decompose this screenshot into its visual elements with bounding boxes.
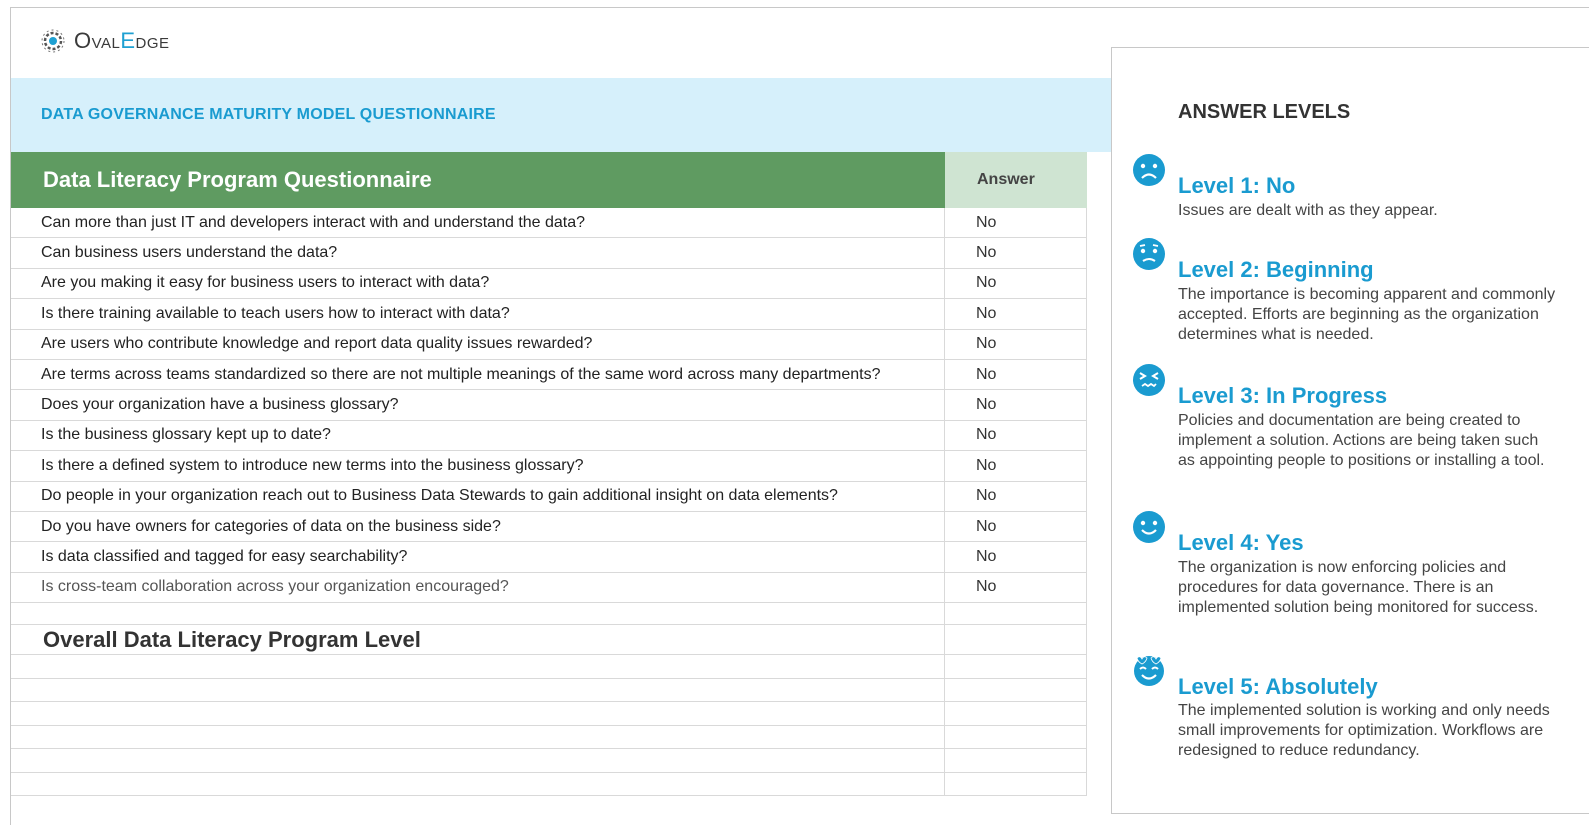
level-description: Policies and documentation are being cre…	[1178, 412, 1545, 469]
oval-edge-logo: OvalEdge	[40, 27, 170, 55]
title-banner: DATA GOVERNANCE MATURITY MODEL QUESTIONN…	[11, 78, 1113, 152]
level-title: Level 2: Beginning	[1178, 257, 1374, 282]
empty-cell[interactable]	[945, 603, 1087, 625]
empty-cell[interactable]	[945, 772, 1087, 796]
empty-cell[interactable]	[11, 655, 945, 678]
question-cell[interactable]: Do people in your organization reach out…	[11, 481, 945, 511]
level-title: Level 3: In Progress	[1178, 383, 1388, 408]
answer-cell[interactable]: No	[945, 451, 1087, 481]
question-cell[interactable]: Is there a defined system to introduce n…	[11, 451, 945, 481]
empty-cell[interactable]	[11, 749, 945, 772]
level-description: The organization is now enforcing polici…	[1178, 559, 1539, 616]
question-cell[interactable]: Is there training available to teach use…	[11, 299, 945, 329]
smile-face-icon	[1133, 511, 1165, 543]
answer-cell[interactable]: No	[945, 268, 1087, 299]
question-cell[interactable]: Can business users understand the data?	[11, 238, 945, 268]
empty-cell[interactable]	[11, 772, 945, 796]
answer-cell[interactable]: No	[945, 481, 1087, 511]
question-cell[interactable]: Can more than just IT and developers int…	[11, 208, 945, 238]
level-title: Level 5: Absolutely	[1178, 674, 1378, 699]
logo-gear-icon	[41, 29, 65, 53]
empty-cell[interactable]	[11, 678, 945, 702]
answer-levels-title: ANSWER LEVELS	[1178, 101, 1351, 123]
level-description: Issues are dealt with as they appear.	[1178, 202, 1438, 219]
logo-text: OvalEdge	[74, 28, 170, 53]
table-row: Are users who contribute knowledge and r…	[11, 329, 1087, 360]
question-cell[interactable]: Is cross-team collaboration across your …	[11, 572, 945, 603]
answer-cell[interactable]: No	[945, 420, 1087, 451]
table-row: Is there training available to teach use…	[11, 299, 1087, 330]
question-cell[interactable]: Are you making it easy for business user…	[11, 268, 945, 299]
table-row: Is the business glossary kept up to date…	[11, 420, 1087, 452]
love-face-icon	[1134, 656, 1164, 686]
answer-cell[interactable]: No	[945, 542, 1087, 572]
answer-levels-panel: ANSWER LEVELS Level 1: No Issues are dea…	[1111, 47, 1589, 814]
questionnaire-title: DATA GOVERNANCE MATURITY MODEL QUESTIONN…	[41, 106, 496, 123]
sad-face-icon	[1133, 154, 1165, 186]
empty-cell[interactable]	[945, 702, 1087, 725]
header-answer: Answer	[945, 152, 1087, 208]
empty-cell[interactable]	[11, 702, 945, 725]
answer-cell[interactable]: No	[945, 572, 1087, 603]
empty-row	[11, 655, 1087, 679]
question-cell[interactable]: Does your organization have a business g…	[11, 390, 945, 420]
empty-row	[11, 772, 1087, 797]
overall-level-row: Overall Data Literacy Program Level	[11, 625, 1087, 656]
table-row: Are terms across teams standardized so t…	[11, 359, 1087, 391]
question-cell[interactable]: Is data classified and tagged for easy s…	[11, 542, 945, 572]
table-row: Is cross-team collaboration across your …	[11, 572, 1087, 604]
table-row: Do you have owners for categories of dat…	[11, 511, 1087, 543]
answer-cell[interactable]: No	[945, 299, 1087, 329]
empty-row	[11, 702, 1087, 726]
level-description: The importance is becoming apparent and …	[1178, 286, 1556, 343]
overall-level-label[interactable]: Overall Data Literacy Program Level	[11, 625, 945, 655]
empty-row	[11, 725, 1087, 750]
empty-cell[interactable]	[945, 725, 1087, 749]
worried-face-icon	[1133, 238, 1165, 270]
overall-level-value[interactable]	[945, 625, 1087, 655]
question-cell[interactable]: Is the business glossary kept up to date…	[11, 420, 945, 451]
answer-cell[interactable]: No	[945, 511, 1087, 542]
level-title: Level 1: No	[1178, 173, 1296, 198]
spacer-row	[11, 603, 1087, 626]
table-row: Does your organization have a business g…	[11, 390, 1087, 421]
answer-cell[interactable]: No	[945, 238, 1087, 268]
level-title: Level 4: Yes	[1178, 530, 1304, 555]
empty-cell[interactable]	[11, 603, 945, 625]
question-cell[interactable]: Are terms across teams standardized so t…	[11, 359, 945, 390]
empty-row	[11, 678, 1087, 703]
answer-cell[interactable]: No	[945, 359, 1087, 390]
level-description: The implemented solution is working and …	[1178, 702, 1550, 759]
answer-cell[interactable]: No	[945, 329, 1087, 359]
header-question: Data Literacy Program Questionnaire	[11, 152, 945, 208]
answer-cell[interactable]: No	[945, 390, 1087, 420]
empty-cell[interactable]	[945, 655, 1087, 678]
empty-cell[interactable]	[11, 725, 945, 749]
table-row: Can business users understand the data? N…	[11, 238, 1087, 269]
empty-row	[11, 749, 1087, 773]
table-row: Do people in your organization reach out…	[11, 481, 1087, 512]
questionnaire-table: Data Literacy Program Questionnaire Answ…	[11, 152, 1087, 797]
question-cell[interactable]: Are users who contribute knowledge and r…	[11, 329, 945, 359]
table-row: Are you making it easy for business user…	[11, 268, 1087, 300]
squint-face-icon	[1133, 364, 1165, 396]
empty-cell[interactable]	[945, 749, 1087, 772]
question-cell[interactable]: Do you have owners for categories of dat…	[11, 511, 945, 542]
answer-cell[interactable]: No	[945, 208, 1087, 238]
table-row: Is there a defined system to introduce n…	[11, 451, 1087, 482]
table-header: Data Literacy Program Questionnaire Answ…	[11, 152, 1087, 208]
empty-cell[interactable]	[945, 678, 1087, 702]
table-row: Is data classified and tagged for easy s…	[11, 542, 1087, 573]
table-row: Can more than just IT and developers int…	[11, 208, 1087, 239]
